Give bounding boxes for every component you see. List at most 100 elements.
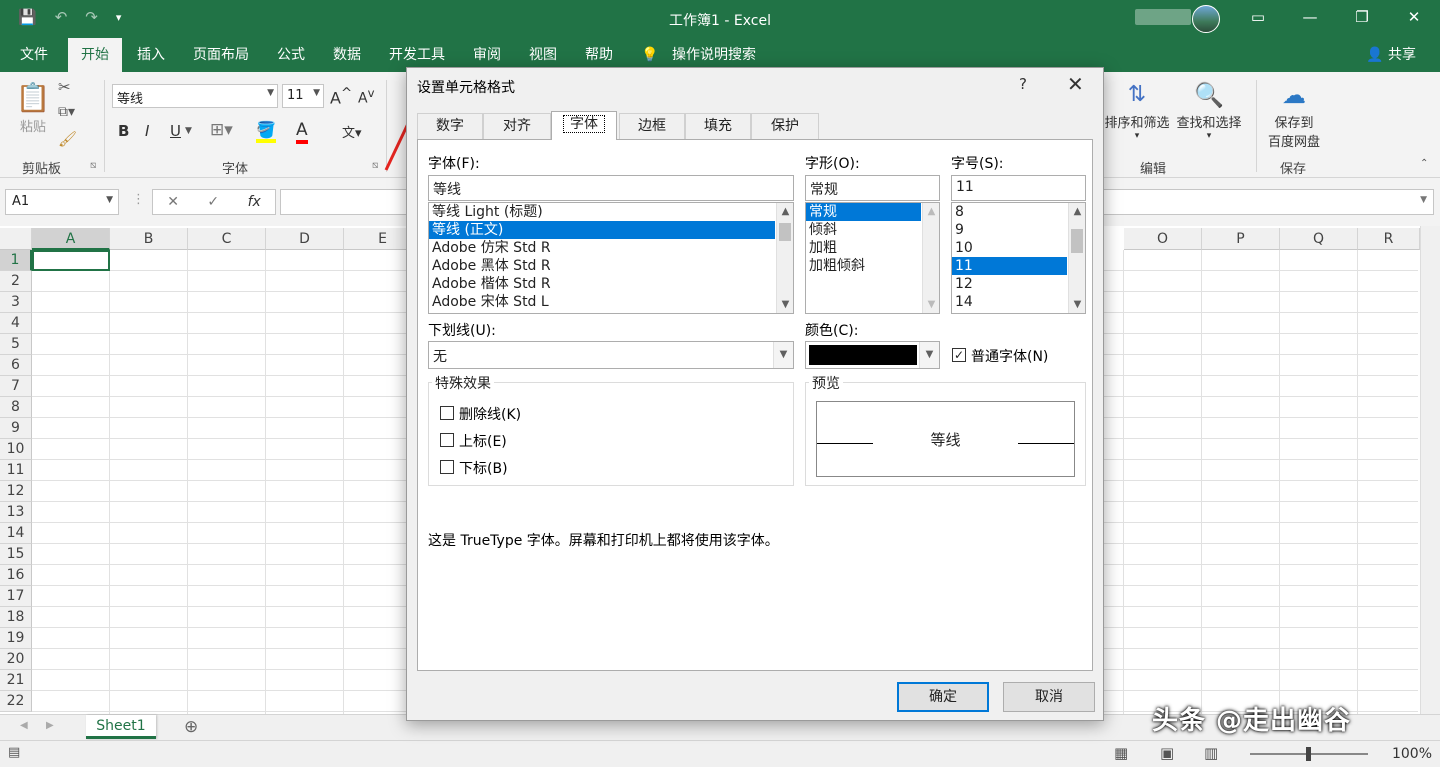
row-header[interactable]: 6 [0,355,32,376]
tab-formulas[interactable]: 公式 [268,38,314,72]
list-item[interactable]: 11 [952,257,1067,275]
name-box[interactable]: A1 ▼ [5,189,119,215]
tab-file[interactable]: 文件 [10,38,58,72]
list-item[interactable]: 14 [952,293,1067,311]
italic-button[interactable]: I [145,122,149,140]
page-break-view-icon[interactable]: ▥ [1204,744,1218,762]
chevron-down-icon[interactable]: ▼ [185,126,192,136]
avatar[interactable] [1192,5,1220,33]
row-header[interactable]: 11 [0,460,32,481]
row-header[interactable]: 14 [0,523,32,544]
active-cell[interactable] [32,250,110,271]
fill-color-icon[interactable]: 🪣 [256,120,276,143]
column-header[interactable]: R [1358,228,1420,250]
macro-record-icon[interactable]: ▤ [8,745,20,760]
restore-icon[interactable]: ❐ [1336,8,1388,26]
list-item[interactable]: Adobe 宋体 Std L [429,293,775,311]
style-list[interactable]: 常规 倾斜 加粗 加粗倾斜 ▲ ▼ [805,202,940,314]
tab-alignment[interactable]: 对齐 [483,113,551,139]
format-painter-icon[interactable]: 🖌 [58,130,77,148]
row-header[interactable]: 7 [0,376,32,397]
tab-font[interactable]: 字体 [551,111,617,140]
select-all-corner[interactable] [0,228,32,250]
list-item[interactable]: 10 [952,239,1067,257]
cut-icon[interactable]: ✂ [58,78,71,96]
list-item[interactable]: 常规 [806,203,921,221]
row-header[interactable]: 4 [0,313,32,334]
close-icon[interactable]: ✕ [1388,8,1440,26]
row-header[interactable]: 2 [0,271,32,292]
insert-function-icon[interactable]: fx [248,194,261,210]
row-header[interactable]: 21 [0,670,32,691]
tab-insert[interactable]: 插入 [128,38,174,72]
subscript-checkbox[interactable] [440,460,454,474]
normal-font-checkbox[interactable]: ✓ [952,348,966,362]
user-name[interactable] [1135,9,1191,25]
font-color-icon[interactable]: A [296,120,308,144]
superscript-checkbox[interactable] [440,433,454,447]
clipboard-launcher-icon[interactable]: ⧅ [90,160,96,171]
zoom-slider-thumb[interactable] [1306,747,1311,761]
row-header[interactable]: 20 [0,649,32,670]
list-item[interactable]: 9 [952,221,1067,239]
page-layout-view-icon[interactable]: ▣ [1160,744,1174,762]
normal-view-icon[interactable]: ▦ [1114,744,1128,762]
row-header[interactable]: 18 [0,607,32,628]
bold-button[interactable]: B [118,122,129,140]
scroll-down-icon[interactable]: ▼ [1069,296,1085,313]
save-to-baidu-button[interactable]: ☁ 保存到 百度网盘 [1264,78,1324,150]
list-item[interactable]: 等线 Light (标题) [429,203,775,221]
size-list-scrollbar[interactable]: ▲ ▼ [1068,203,1085,313]
scroll-up-icon[interactable]: ▲ [923,203,939,220]
tab-fill[interactable]: 填充 [685,113,751,139]
column-header[interactable]: O [1124,228,1202,250]
column-header[interactable]: Q [1280,228,1358,250]
list-item[interactable]: 8 [952,203,1067,221]
list-item[interactable]: 等线 (正文) [429,221,775,239]
column-header[interactable]: C [188,228,266,250]
confirm-icon[interactable]: ✓ [207,194,219,210]
row-header[interactable]: 19 [0,628,32,649]
font-list-scrollbar[interactable]: ▲ ▼ [776,203,793,313]
scroll-thumb[interactable] [1071,229,1083,253]
collapse-ribbon-icon[interactable]: ⌃ [1420,158,1428,169]
row-header[interactable]: 15 [0,544,32,565]
ribbon-display-icon[interactable]: ▭ [1232,8,1284,26]
row-header[interactable]: 13 [0,502,32,523]
row-header[interactable]: 1 [0,250,32,271]
scroll-right-icon[interactable]: ▶ [46,720,54,731]
sort-filter-button[interactable]: ⇅ 排序和筛选 ▾ [1102,78,1172,141]
column-header[interactable]: B [110,228,188,250]
tab-number[interactable]: 数字 [417,113,483,139]
font-name-combo[interactable]: 等线 ▼ [112,84,278,108]
share-button[interactable]: 👤 共享 [1366,38,1416,72]
cancel-icon[interactable]: ✕ [167,194,179,210]
tab-data[interactable]: 数据 [324,38,370,72]
column-header[interactable]: P [1202,228,1280,250]
scroll-down-icon[interactable]: ▼ [777,296,793,313]
scroll-left-icon[interactable]: ◀ [20,720,28,731]
row-header[interactable]: 3 [0,292,32,313]
row-header[interactable]: 12 [0,481,32,502]
strikethrough-checkbox[interactable] [440,406,454,420]
row-header[interactable]: 16 [0,565,32,586]
size-list[interactable]: 8 9 10 11 12 14 ▲ ▼ [951,202,1086,314]
underline-dropdown[interactable]: 无 ▼ [428,341,794,369]
ok-button[interactable]: 确定 [897,682,989,712]
list-item[interactable]: 12 [952,275,1067,293]
row-header[interactable]: 9 [0,418,32,439]
copy-icon[interactable]: ⧉▾ [58,104,75,120]
list-item[interactable]: Adobe 黑体 Std R [429,257,775,275]
find-select-button[interactable]: 🔍 查找和选择 ▾ [1174,78,1244,141]
color-dropdown[interactable]: ▼ [805,341,940,369]
tab-page-layout[interactable]: 页面布局 [186,38,256,72]
list-item[interactable]: 倾斜 [806,221,921,239]
row-header[interactable]: 17 [0,586,32,607]
zoom-level[interactable]: 100% [1392,746,1432,762]
scroll-up-icon[interactable]: ▲ [1069,203,1085,220]
list-item[interactable]: Adobe 仿宋 Std R [429,239,775,257]
list-item[interactable]: 加粗倾斜 [806,257,921,275]
scroll-down-icon[interactable]: ▼ [923,296,939,313]
decrease-font-icon[interactable]: Av [358,86,374,107]
minimize-icon[interactable]: — [1284,8,1336,26]
